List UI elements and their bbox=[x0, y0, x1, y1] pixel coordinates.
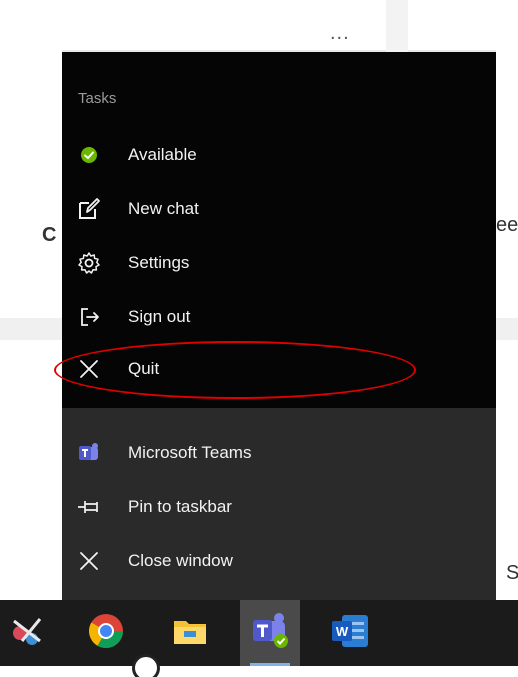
background-divider-left bbox=[0, 318, 62, 340]
taskbar-file-explorer[interactable] bbox=[160, 600, 220, 666]
background-text-fragment-left: C bbox=[42, 224, 57, 246]
available-status-icon bbox=[76, 142, 102, 168]
gear-icon bbox=[76, 250, 102, 276]
task-item-label: New chat bbox=[128, 199, 199, 218]
background-text-fragment-right: ee bbox=[496, 214, 518, 236]
sign-out-icon bbox=[76, 304, 102, 330]
app-item-label: Microsoft Teams bbox=[128, 443, 252, 462]
app-item-label: Close window bbox=[128, 551, 233, 570]
app-actions-section: Microsoft Teams Pin to taskbar Close win… bbox=[62, 408, 496, 600]
task-item-label: Settings bbox=[128, 253, 190, 272]
app-item-microsoft-teams[interactable]: Microsoft Teams bbox=[62, 430, 496, 476]
task-item-settings[interactable]: Settings bbox=[62, 240, 496, 286]
more-options-button[interactable]: ... bbox=[330, 22, 350, 45]
task-item-label: Quit bbox=[128, 359, 160, 378]
tasks-section: Tasks Available New chat Settings Sign o… bbox=[62, 52, 496, 408]
app-item-close-window[interactable]: Close window bbox=[62, 538, 496, 584]
close-icon bbox=[76, 548, 102, 574]
close-icon bbox=[76, 356, 102, 382]
svg-text:W: W bbox=[336, 624, 349, 639]
snipping-tool-icon bbox=[10, 611, 50, 656]
background-text-fragment-bottom: S bbox=[506, 562, 518, 584]
task-item-quit[interactable]: Quit bbox=[62, 346, 496, 392]
background-column-separator bbox=[386, 0, 408, 52]
taskbar-microsoft-teams[interactable] bbox=[240, 600, 300, 666]
background-divider-right bbox=[496, 318, 518, 340]
taskbar-word[interactable]: W bbox=[320, 600, 380, 666]
file-explorer-icon bbox=[172, 615, 208, 652]
task-item-label: Available bbox=[128, 145, 197, 164]
touch-cursor-indicator bbox=[132, 654, 160, 677]
desktop-bottom-strip bbox=[0, 666, 518, 677]
teams-icon bbox=[250, 611, 290, 656]
teams-icon bbox=[76, 440, 102, 466]
taskbar-snipping-tool[interactable] bbox=[0, 600, 60, 666]
task-item-label: Sign out bbox=[128, 307, 191, 326]
chrome-icon bbox=[87, 612, 125, 655]
new-chat-icon bbox=[76, 196, 102, 222]
tasks-section-title: Tasks bbox=[78, 90, 117, 107]
background-app-header bbox=[0, 0, 518, 50]
task-item-available[interactable]: Available bbox=[62, 132, 496, 178]
task-item-sign-out[interactable]: Sign out bbox=[62, 294, 496, 340]
task-item-new-chat[interactable]: New chat bbox=[62, 186, 496, 232]
pin-icon bbox=[76, 494, 102, 520]
windows-taskbar: W bbox=[0, 600, 518, 666]
app-item-pin-to-taskbar[interactable]: Pin to taskbar bbox=[62, 484, 496, 530]
screenshot-stage: ... C ee S Tasks Available New chat Sett… bbox=[0, 0, 518, 677]
taskbar-chrome[interactable] bbox=[76, 600, 136, 666]
teams-jump-list-menu: Tasks Available New chat Settings Sign o… bbox=[62, 52, 496, 600]
word-icon: W bbox=[330, 613, 370, 654]
app-item-label: Pin to taskbar bbox=[128, 497, 232, 516]
